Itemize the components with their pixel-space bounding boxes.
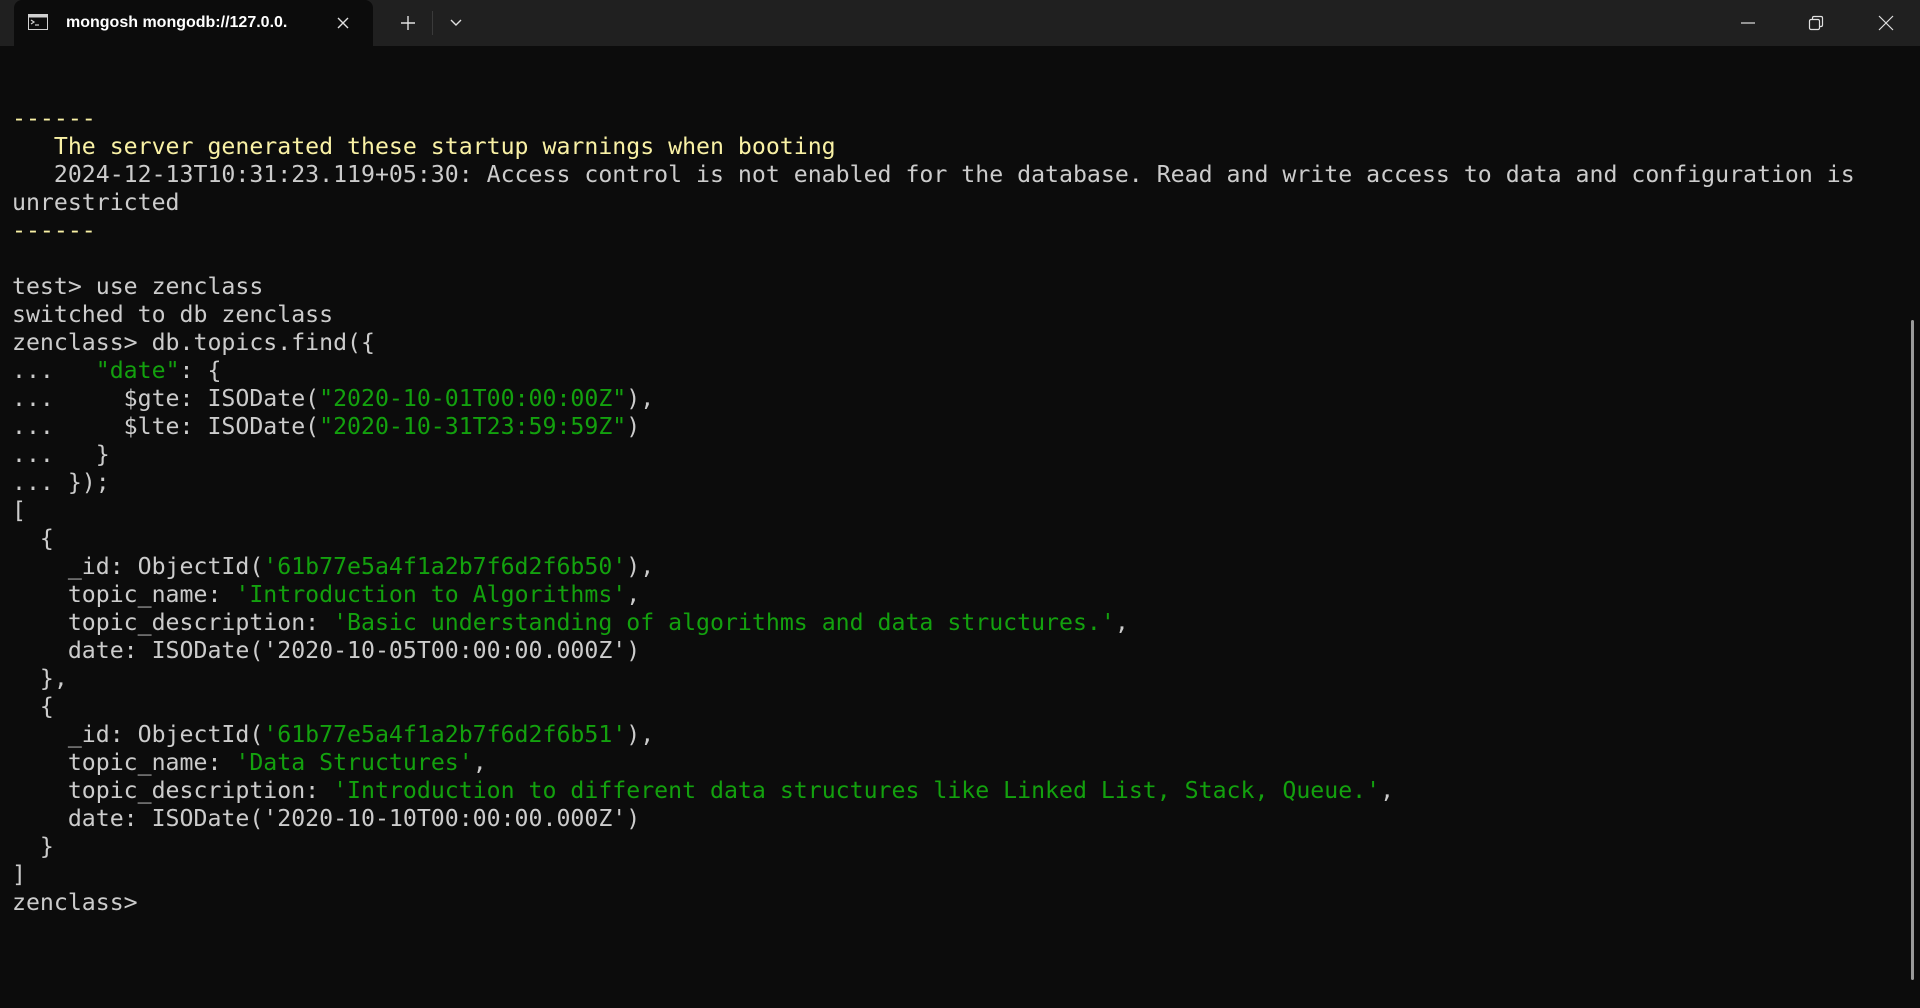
string-literal: "date" bbox=[95, 357, 180, 384]
terminal-line: ... } bbox=[12, 441, 1902, 469]
title-bar[interactable]: mongosh mongodb://127.0.0. bbox=[0, 0, 1920, 46]
terminal-line: topic_name: 'Introduction to Algorithms'… bbox=[12, 581, 1902, 609]
terminal-line: date: ISODate('2020-10-05T00:00:00.000Z'… bbox=[12, 637, 1902, 665]
terminal-text: date: ISODate('2020-10-05T00:00:00.000Z'… bbox=[12, 637, 641, 664]
terminal-line: switched to db zenclass bbox=[12, 301, 1902, 329]
terminal-line: topic_name: 'Data Structures', bbox=[12, 749, 1902, 777]
close-icon[interactable] bbox=[332, 12, 354, 34]
warning-text: The server generated these startup warni… bbox=[12, 133, 836, 160]
string-literal: 'Data Structures' bbox=[235, 749, 473, 776]
string-literal: 'Introduction to Algorithms' bbox=[235, 581, 627, 608]
terminal-line: topic_description: 'Introduction to diff… bbox=[12, 777, 1902, 805]
terminal-text: date: ISODate('2020-10-10T00:00:00.000Z'… bbox=[12, 805, 641, 832]
tab-title: mongosh mongodb://127.0.0. bbox=[66, 14, 288, 31]
terminal-text: zenclass> db.topics.find({ bbox=[12, 329, 375, 356]
string-literal: "2020-10-01T00:00:00Z" bbox=[319, 385, 627, 412]
tab-mongosh[interactable]: mongosh mongodb://127.0.0. bbox=[14, 0, 373, 46]
terminal-line: _id: ObjectId('61b77e5a4f1a2b7f6d2f6b50'… bbox=[12, 553, 1902, 581]
terminal-line: topic_description: 'Basic understanding … bbox=[12, 609, 1902, 637]
terminal-line: } bbox=[12, 833, 1902, 861]
string-literal: '61b77e5a4f1a2b7f6d2f6b51' bbox=[263, 721, 627, 748]
scrollbar-thumb[interactable] bbox=[1911, 320, 1914, 980]
plus-icon[interactable] bbox=[392, 8, 424, 38]
terminal-text: ... } bbox=[12, 441, 110, 468]
terminal-line: ------ bbox=[12, 105, 1902, 133]
terminal-window: mongosh mongodb://127.0.0. ------ The se… bbox=[0, 0, 1920, 1008]
minimize-button[interactable] bbox=[1714, 0, 1782, 46]
terminal-icon bbox=[28, 14, 48, 30]
terminal-text: _id: ObjectId( bbox=[12, 721, 264, 748]
terminal-line: The server generated these startup warni… bbox=[12, 133, 1902, 161]
terminal-text: ... }); bbox=[12, 469, 110, 496]
terminal-text: ] bbox=[12, 861, 26, 888]
terminal-line: ... "date": { bbox=[12, 357, 1902, 385]
string-literal: 'Basic understanding of algorithms and d… bbox=[333, 609, 1115, 636]
terminal-line: }, bbox=[12, 665, 1902, 693]
chevron-down-icon[interactable] bbox=[440, 8, 472, 38]
terminal-text: ) bbox=[626, 413, 641, 440]
restore-icon bbox=[1808, 15, 1824, 31]
terminal-line: zenclass> db.topics.find({ bbox=[12, 329, 1902, 357]
terminal-line: ------ bbox=[12, 217, 1902, 245]
terminal-text: ), bbox=[626, 385, 655, 412]
terminal-text: } bbox=[12, 833, 54, 860]
terminal-line: [ bbox=[12, 497, 1902, 525]
terminal-text: topic_name: bbox=[12, 749, 236, 776]
terminal-line: ] bbox=[12, 861, 1902, 889]
terminal-line: _id: ObjectId('61b77e5a4f1a2b7f6d2f6b51'… bbox=[12, 721, 1902, 749]
warning-text: ------ bbox=[12, 217, 96, 244]
close-icon bbox=[1878, 15, 1894, 31]
terminal-line: unrestricted bbox=[12, 189, 1902, 217]
tab-separator bbox=[432, 11, 433, 35]
restore-button[interactable] bbox=[1782, 0, 1850, 46]
terminal-text: ... $gte: ISODate( bbox=[12, 385, 320, 412]
terminal-text: , bbox=[1114, 609, 1129, 636]
terminal-line: { bbox=[12, 693, 1902, 721]
terminal-line: date: ISODate('2020-10-10T00:00:00.000Z'… bbox=[12, 805, 1902, 833]
terminal-text: }, bbox=[12, 665, 68, 692]
string-literal: "2020-10-31T23:59:59Z" bbox=[319, 413, 627, 440]
terminal-text: topic_description: bbox=[12, 609, 334, 636]
terminal-line: zenclass> bbox=[12, 889, 1902, 917]
terminal-text: [ bbox=[12, 497, 26, 524]
minimize-icon bbox=[1741, 22, 1755, 24]
terminal-text: ... $lte: ISODate( bbox=[12, 413, 320, 440]
terminal-line: { bbox=[12, 525, 1902, 553]
string-literal: '61b77e5a4f1a2b7f6d2f6b50' bbox=[263, 553, 627, 580]
terminal-text: { bbox=[12, 525, 54, 552]
terminal-text: test> use zenclass bbox=[12, 273, 264, 300]
window-close-button[interactable] bbox=[1852, 0, 1920, 46]
terminal-line: ... $gte: ISODate("2020-10-01T00:00:00Z"… bbox=[12, 385, 1902, 413]
terminal-text: ... bbox=[12, 357, 96, 384]
string-literal: 'Introduction to different data structur… bbox=[333, 777, 1381, 804]
terminal-text: , bbox=[626, 581, 641, 608]
terminal-text: ), bbox=[626, 721, 655, 748]
terminal-line: ... $lte: ISODate("2020-10-31T23:59:59Z"… bbox=[12, 413, 1902, 441]
terminal-text: switched to db zenclass bbox=[12, 301, 334, 328]
terminal-text: 2024-12-13T10:31:23.119+05:30: Access co… bbox=[12, 161, 1855, 188]
terminal-output[interactable]: ------ The server generated these startu… bbox=[12, 77, 1902, 997]
terminal-line: test> use zenclass bbox=[12, 273, 1902, 301]
terminal-text: { bbox=[12, 693, 54, 720]
terminal-line: ... }); bbox=[12, 469, 1902, 497]
terminal-text: ), bbox=[626, 553, 655, 580]
terminal-text: , bbox=[472, 749, 487, 776]
terminal-line: 2024-12-13T10:31:23.119+05:30: Access co… bbox=[12, 161, 1902, 189]
terminal-text: topic_description: bbox=[12, 777, 334, 804]
terminal-text: unrestricted bbox=[12, 189, 180, 216]
warning-text: ------ bbox=[12, 105, 96, 132]
terminal-text: : { bbox=[179, 357, 222, 384]
terminal-text: _id: ObjectId( bbox=[12, 553, 264, 580]
terminal-text: zenclass> bbox=[12, 889, 152, 916]
terminal-text: topic_name: bbox=[12, 581, 236, 608]
scrollbar[interactable] bbox=[1908, 46, 1920, 1008]
terminal-text: , bbox=[1380, 777, 1395, 804]
